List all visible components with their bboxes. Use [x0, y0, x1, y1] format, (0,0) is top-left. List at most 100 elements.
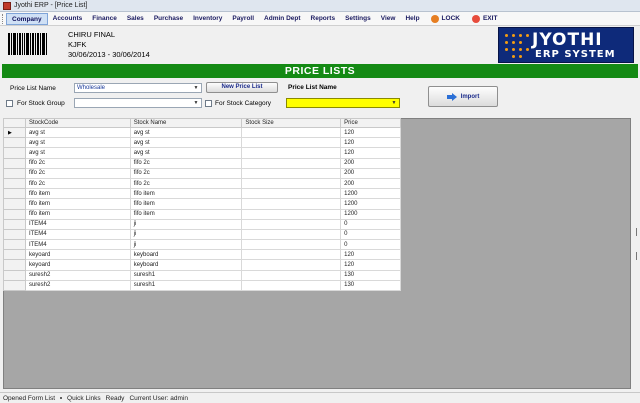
- cell-stock-size[interactable]: [241, 126, 342, 139]
- table-row[interactable]: keyoard keyboard 120: [3, 249, 401, 261]
- row-selector[interactable]: [3, 239, 26, 251]
- table-row[interactable]: fifo item fifo item 1200: [3, 198, 401, 210]
- import-button[interactable]: Import: [428, 86, 498, 107]
- cell-stockcode[interactable]: ITEM4: [24, 218, 131, 230]
- row-selector[interactable]: [3, 269, 26, 281]
- cell-price[interactable]: 1200: [340, 198, 401, 210]
- row-selector[interactable]: [3, 259, 26, 271]
- cell-stock-size[interactable]: [241, 157, 342, 169]
- cell-price[interactable]: 120: [340, 259, 401, 271]
- row-selector[interactable]: [3, 188, 26, 200]
- cell-stockcode[interactable]: avg st: [24, 137, 131, 149]
- menu-inventory[interactable]: Inventory: [188, 13, 227, 25]
- row-selector[interactable]: [3, 279, 26, 292]
- table-row[interactable]: suresh2 suresh1 130: [3, 269, 401, 281]
- cell-stock-name[interactable]: avg st: [129, 126, 243, 139]
- cell-stock-size[interactable]: [241, 269, 342, 281]
- cell-stock-name[interactable]: suresh1: [129, 269, 243, 281]
- cell-price[interactable]: 120: [340, 147, 401, 159]
- cell-stockcode[interactable]: avg st: [24, 147, 131, 159]
- cell-price[interactable]: 130: [340, 269, 401, 281]
- cell-stockcode[interactable]: avg st: [24, 126, 131, 139]
- cell-stock-name[interactable]: fifo item: [129, 188, 243, 200]
- row-selector[interactable]: [3, 218, 26, 230]
- cell-stock-size[interactable]: [241, 218, 342, 230]
- column-header-price[interactable]: Price: [340, 118, 401, 128]
- table-row[interactable]: ▶ avg st avg st 120: [3, 126, 401, 139]
- table-row[interactable]: avg st avg st 120: [3, 137, 401, 149]
- menu-settings[interactable]: Settings: [340, 13, 376, 25]
- cell-stock-size[interactable]: [241, 147, 342, 159]
- cell-stock-size[interactable]: [241, 279, 342, 292]
- table-row[interactable]: ITEM4 ji 0: [3, 228, 401, 241]
- cell-stock-name[interactable]: fifo item: [129, 198, 243, 210]
- cell-stockcode[interactable]: keyoard: [24, 249, 131, 261]
- column-header-stock-name[interactable]: Stock Name: [129, 118, 243, 128]
- row-selector[interactable]: [3, 228, 26, 241]
- cell-stock-size[interactable]: [241, 228, 342, 241]
- cell-price[interactable]: 200: [340, 157, 401, 169]
- cell-stockcode[interactable]: fifo item: [24, 208, 131, 220]
- cell-stock-name[interactable]: fifo 2c: [129, 167, 243, 179]
- cell-stock-size[interactable]: [241, 188, 342, 200]
- cell-price[interactable]: 1200: [340, 208, 401, 220]
- menu-reports[interactable]: Reports: [306, 13, 341, 25]
- cell-stock-name[interactable]: avg st: [129, 137, 243, 149]
- cell-price[interactable]: 200: [340, 167, 401, 179]
- menu-payroll[interactable]: Payroll: [227, 13, 259, 25]
- cell-stockcode[interactable]: ITEM4: [24, 239, 131, 251]
- cell-stock-name[interactable]: fifo 2c: [129, 177, 243, 190]
- menu-admin-dept[interactable]: Admin Dept: [259, 13, 305, 25]
- table-row[interactable]: fifo item fifo item 1200: [3, 208, 401, 220]
- cell-price[interactable]: 1200: [340, 188, 401, 200]
- cell-stock-size[interactable]: [241, 198, 342, 210]
- cell-stockcode[interactable]: fifo 2c: [24, 177, 131, 190]
- table-row[interactable]: ITEM4 ji 0: [3, 239, 401, 251]
- cell-price[interactable]: 120: [340, 249, 401, 261]
- stock-group-select[interactable]: ▼: [74, 98, 202, 108]
- column-header-stock-size[interactable]: Stock Size: [241, 118, 342, 128]
- table-row[interactable]: ITEM4 ji 0: [3, 218, 401, 230]
- cell-stock-name[interactable]: suresh1: [129, 279, 243, 292]
- menu-finance[interactable]: Finance: [87, 13, 122, 25]
- cell-stock-name[interactable]: fifo item: [129, 208, 243, 220]
- table-row[interactable]: fifo 2c fifo 2c 200: [3, 177, 401, 190]
- cell-stockcode[interactable]: suresh2: [24, 269, 131, 281]
- cell-price[interactable]: 200: [340, 177, 401, 190]
- table-row[interactable]: suresh2 suresh1 130: [3, 279, 401, 292]
- cell-stockcode[interactable]: keyoard: [24, 259, 131, 271]
- opened-form-list[interactable]: Opened Form List: [3, 395, 55, 402]
- menu-accounts[interactable]: Accounts: [48, 13, 88, 25]
- cell-stock-size[interactable]: [241, 167, 342, 179]
- cell-stockcode[interactable]: ITEM4: [24, 228, 131, 241]
- row-selector[interactable]: [3, 137, 26, 149]
- exit-button[interactable]: EXIT: [466, 14, 503, 23]
- cell-price[interactable]: 120: [340, 126, 401, 139]
- cell-stock-name[interactable]: ji: [129, 239, 243, 251]
- cell-stock-name[interactable]: fifo 2c: [129, 157, 243, 169]
- price-list-name-select[interactable]: Wholesale ▼: [74, 83, 202, 93]
- row-selector[interactable]: [3, 177, 26, 190]
- lock-button[interactable]: LOCK: [425, 14, 466, 23]
- cell-stock-size[interactable]: [241, 137, 342, 149]
- cell-stockcode[interactable]: fifo 2c: [24, 167, 131, 179]
- cell-stock-size[interactable]: [241, 239, 342, 251]
- menu-sales[interactable]: Sales: [122, 13, 149, 25]
- row-selector[interactable]: ▶: [3, 126, 26, 139]
- row-selector[interactable]: [3, 249, 26, 261]
- cell-stock-name[interactable]: avg st: [129, 147, 243, 159]
- stock-category-select[interactable]: ▼: [286, 98, 400, 108]
- row-selector[interactable]: [3, 157, 26, 169]
- menu-company[interactable]: Company: [6, 12, 48, 25]
- cell-price[interactable]: 0: [340, 228, 401, 241]
- table-row[interactable]: avg st avg st 120: [3, 147, 401, 159]
- table-row[interactable]: fifo 2c fifo 2c 200: [3, 157, 401, 169]
- cell-price[interactable]: 0: [340, 239, 401, 251]
- cell-price[interactable]: 0: [340, 218, 401, 230]
- cell-stockcode[interactable]: fifo 2c: [24, 157, 131, 169]
- row-selector[interactable]: [3, 147, 26, 159]
- cell-stock-size[interactable]: [241, 177, 342, 190]
- cell-stock-size[interactable]: [241, 259, 342, 271]
- cell-price[interactable]: 130: [340, 279, 401, 292]
- stock-group-checkbox[interactable]: [6, 100, 13, 107]
